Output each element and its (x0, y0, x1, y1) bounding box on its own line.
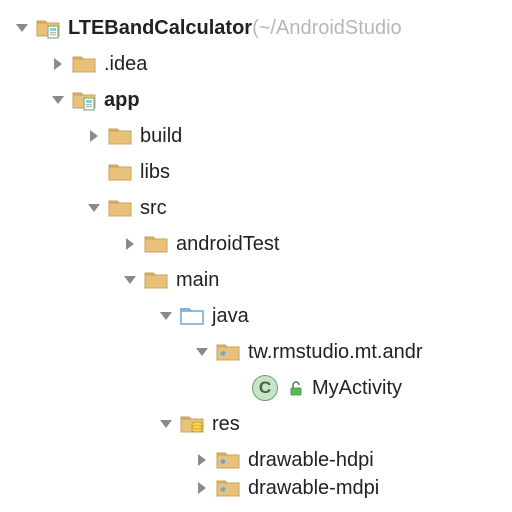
folder-label: drawable-hdpi (248, 449, 374, 472)
class-icon: C (252, 375, 278, 401)
folder-label: src (140, 197, 167, 220)
module-folder-icon (36, 16, 60, 40)
class-label: MyActivity (312, 377, 402, 400)
folder-label: main (176, 269, 219, 292)
expand-arrow-icon[interactable] (158, 308, 174, 324)
folder-label: java (212, 305, 249, 328)
folder-label: androidTest (176, 233, 279, 256)
expand-arrow-icon[interactable] (122, 236, 138, 252)
expand-arrow-icon[interactable] (194, 480, 210, 496)
unlocked-icon (288, 380, 304, 396)
tree-row-build[interactable]: build (0, 118, 512, 154)
expand-arrow-icon[interactable] (50, 56, 66, 72)
expand-arrow-icon[interactable] (122, 272, 138, 288)
folder-label: .idea (104, 53, 147, 76)
folder-label: build (140, 125, 182, 148)
project-name: LTEBandCalculator (68, 17, 252, 40)
expand-arrow-icon[interactable] (158, 416, 174, 432)
folder-label: drawable-mdpi (248, 478, 379, 498)
tree-row-package[interactable]: tw.rmstudio.mt.andr (0, 334, 512, 370)
folder-icon (144, 232, 168, 256)
module-label: app (104, 89, 140, 112)
resources-folder-icon (180, 412, 204, 436)
folder-label: res (212, 413, 240, 436)
folder-label: libs (140, 161, 170, 184)
folder-icon (108, 160, 132, 184)
tree-row-class[interactable]: C MyActivity (0, 370, 512, 406)
package-label: tw.rmstudio.mt.andr (248, 341, 423, 364)
expand-arrow-icon[interactable] (86, 128, 102, 144)
folder-icon (144, 268, 168, 292)
tree-row-main[interactable]: main (0, 262, 512, 298)
folder-icon (108, 124, 132, 148)
tree-row-project-root[interactable]: LTEBandCalculator (~/AndroidStudio (0, 10, 512, 46)
project-path-hint: (~/AndroidStudio (252, 17, 402, 40)
folder-icon (108, 196, 132, 220)
expand-arrow-icon[interactable] (194, 452, 210, 468)
tree-row-drawable-mdpi[interactable]: drawable-mdpi (0, 478, 512, 498)
tree-row-drawable-hdpi[interactable]: drawable-hdpi (0, 442, 512, 478)
folder-icon (72, 52, 96, 76)
tree-row-app[interactable]: app (0, 82, 512, 118)
package-folder-icon (216, 478, 240, 498)
package-folder-icon (216, 340, 240, 364)
tree-row-androidtest[interactable]: androidTest (0, 226, 512, 262)
expand-arrow-icon[interactable] (86, 200, 102, 216)
tree-row-idea[interactable]: .idea (0, 46, 512, 82)
tree-row-src[interactable]: src (0, 190, 512, 226)
tree-row-java[interactable]: java (0, 298, 512, 334)
tree-row-libs[interactable]: libs (0, 154, 512, 190)
package-folder-icon (216, 448, 240, 472)
expand-arrow-icon[interactable] (194, 344, 210, 360)
source-folder-icon (180, 304, 204, 328)
tree-row-res[interactable]: res (0, 406, 512, 442)
module-folder-icon (72, 88, 96, 112)
expand-arrow-icon[interactable] (14, 20, 30, 36)
expand-arrow-icon[interactable] (50, 92, 66, 108)
